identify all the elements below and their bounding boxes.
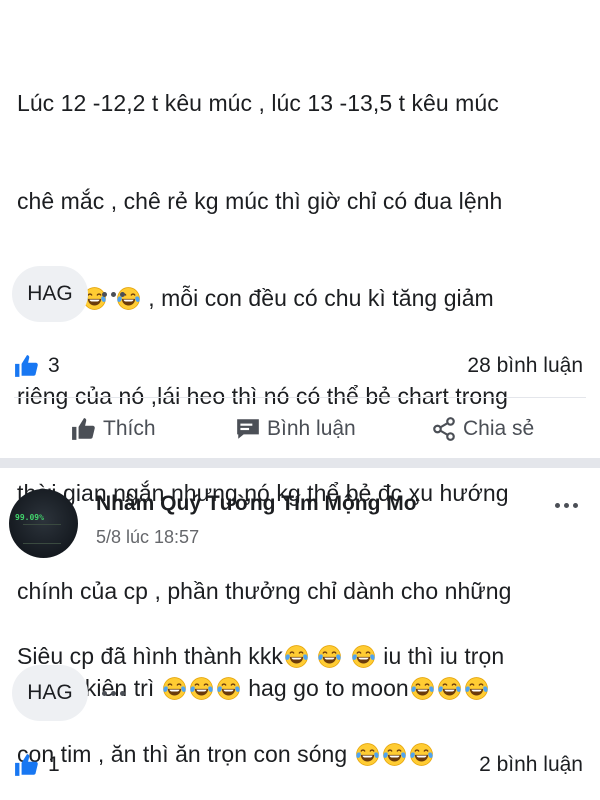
post-1-line: Lúc 12 -12,2 t kêu múc , lúc 13 -13,5 t … (17, 90, 499, 116)
more-dots-icon[interactable] (102, 681, 125, 705)
post-separator (0, 458, 600, 468)
comment-count[interactable]: 2 bình luận (479, 753, 583, 777)
feed: Lúc 12 -12,2 t kêu múc , lúc 13 -13,5 t … (0, 0, 600, 800)
post-menu-icon[interactable] (555, 503, 578, 508)
comment-icon (237, 419, 259, 439)
share-button[interactable]: Chia sẻ (431, 416, 534, 442)
comment-label: Bình luận (267, 417, 356, 440)
like-count-value: 3 (48, 354, 60, 377)
post-2-tag-row: HAG (12, 665, 125, 721)
post-1-tag-row: HAG (12, 266, 125, 322)
more-dots-icon[interactable] (102, 282, 125, 306)
post-1-line: chê mắc , chê rẻ kg múc thì giờ chỉ có đ… (17, 187, 503, 214)
share-icon (433, 417, 455, 441)
post-1-line: riêng của nó ,lái heo thì nó có thể bẻ c… (17, 382, 508, 409)
laughing-emoji-icon (351, 644, 376, 669)
laughing-emoji-icon (317, 644, 342, 669)
share-label: Chia sẻ (463, 417, 535, 440)
post-1-stats: 3 28 bình luận (14, 350, 583, 382)
like-label: Thích (103, 417, 156, 440)
reaction-count[interactable]: 3 (14, 353, 60, 379)
like-button[interactable]: Thích (71, 416, 156, 442)
thumbs-up-outline-icon (72, 418, 95, 440)
laughing-emoji-icon (284, 644, 309, 669)
comment-button[interactable]: Bình luận (235, 416, 356, 442)
post-author-name[interactable]: Nhâm Quý Tường Tím Mộng Mơ (96, 492, 419, 516)
divider (14, 397, 586, 398)
like-count-value: 1 (48, 753, 60, 776)
avatar-screen-text: 99.09% (15, 513, 44, 522)
post-timestamp[interactable]: 5/8 lúc 18:57 (96, 527, 199, 548)
post-1-actions: Thích Bình luận Chia sẻ (0, 409, 600, 449)
thumbs-up-icon (15, 754, 38, 776)
post-2-stats: 1 2 bình luận (14, 749, 583, 781)
avatar[interactable]: 99.09% (9, 489, 78, 558)
hag-tag-chip[interactable]: HAG (12, 266, 88, 322)
comment-count[interactable]: 28 bình luận (467, 354, 583, 378)
thumbs-up-icon (15, 355, 38, 377)
reaction-count[interactable]: 1 (14, 752, 60, 778)
hag-tag-chip[interactable]: HAG (12, 665, 88, 721)
